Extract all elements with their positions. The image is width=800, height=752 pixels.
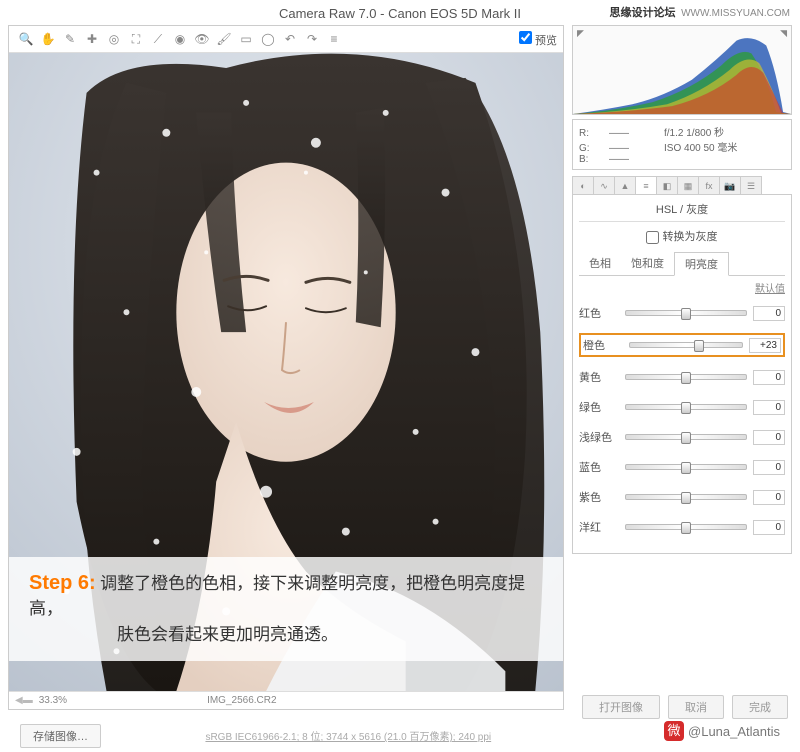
slider-green-value[interactable] [753, 400, 785, 415]
preview-checkbox[interactable]: 预览 [519, 31, 557, 48]
radial-filter-icon[interactable]: ◯ [259, 30, 277, 48]
tutorial-overlay: Step 6: 调整了橙色的色相，接下来调整明亮度，把橙色明亮度提高， 肤色会看… [9, 557, 563, 662]
adjustment-brush-icon[interactable]: 🖌 [215, 30, 233, 48]
tab-hsl[interactable]: ≡ [635, 176, 657, 194]
slider-blue-value[interactable] [753, 460, 785, 475]
done-button[interactable]: 完成 [732, 695, 788, 719]
clip-highlight-icon[interactable]: ◥ [780, 28, 787, 39]
filename: IMG_2566.CR2 [207, 695, 276, 706]
weibo-icon: 微 [664, 721, 684, 741]
slider-green-handle[interactable] [681, 402, 691, 414]
default-link[interactable]: 默认值 [579, 280, 785, 295]
slider-orange-value[interactable] [749, 338, 781, 353]
slider-aqua-track[interactable] [625, 434, 747, 440]
step-number: Step 6: [29, 572, 96, 594]
slider-yellow-value[interactable] [753, 370, 785, 385]
slider-blue-handle[interactable] [681, 462, 691, 474]
slider-orange-track[interactable] [629, 342, 743, 348]
hand-icon[interactable]: ✋ [39, 30, 57, 48]
slider-magenta-value[interactable] [753, 520, 785, 535]
toolbar: 🔍 ✋ ✎ ✚ ◎ ⛶ ⟋ ◉ 👁 🖌 ▭ ◯ ↶ ↷ ≡ 预览 [9, 26, 563, 53]
tab-camera[interactable]: 📷 [719, 176, 741, 194]
tab-curve[interactable]: ∿ [593, 176, 615, 194]
slider-magenta: 洋红 [579, 517, 785, 537]
slider-orange-handle[interactable] [694, 340, 704, 352]
slider-aqua-handle[interactable] [681, 432, 691, 444]
tab-saturation[interactable]: 饱和度 [621, 252, 674, 275]
metadata: R:——f/1.2 1/800 秒 G:——ISO 400 50 毫米 B:—— [572, 119, 792, 170]
slider-purple-value[interactable] [753, 490, 785, 505]
slider-yellow-handle[interactable] [681, 372, 691, 384]
slider-aqua-value[interactable] [753, 430, 785, 445]
zoom-icon[interactable]: 🔍 [17, 30, 35, 48]
redeye-icon[interactable]: 👁 [193, 30, 211, 48]
tab-presets[interactable]: ☰ [740, 176, 762, 194]
rotate-right-icon[interactable]: ↷ [303, 30, 321, 48]
panel-title: HSL / 灰度 [579, 201, 785, 222]
open-image-button[interactable]: 打开图像 [582, 695, 660, 719]
workflow-options[interactable]: sRGB IEC61966-2.1; 8 位; 3744 x 5616 (21.… [205, 732, 491, 743]
grayscale-checkbox[interactable]: 转换为灰度 [646, 231, 717, 243]
graduated-filter-icon[interactable]: ▭ [237, 30, 255, 48]
hsl-sub-tabs: 色相 饱和度 明亮度 [579, 252, 785, 276]
histogram[interactable]: ◤ ◥ [572, 25, 792, 115]
slider-purple: 紫色 [579, 487, 785, 507]
slider-red: 红色 [579, 303, 785, 323]
top-watermark: 思缘设计论坛 WWW.MISSYUAN.COM [610, 4, 790, 20]
status-bar: ◀▬ 33.3% IMG_2566.CR2 [9, 691, 563, 709]
tab-hue[interactable]: 色相 [579, 252, 621, 275]
image-preview[interactable]: Step 6: 调整了橙色的色相，接下来调整明亮度，把橙色明亮度提高， 肤色会看… [9, 53, 563, 691]
slider-blue-track[interactable] [625, 464, 747, 470]
prefs-icon[interactable]: ≡ [325, 30, 343, 48]
step-text-2: 肤色会看起来更加明亮通透。 [117, 622, 338, 648]
save-image-button[interactable]: 存储图像… [20, 724, 101, 748]
nav-prev-icon[interactable]: ◀▬ [15, 695, 33, 706]
slider-purple-track[interactable] [625, 494, 747, 500]
slider-purple-handle[interactable] [681, 492, 691, 504]
adjustments-panel: ◤ ◥ R:——f/1.2 1/800 秒 G:——ISO 400 50 毫米 … [572, 25, 792, 710]
crop-icon[interactable]: ⛶ [127, 30, 145, 48]
author-credit: 微 @Luna_Atlantis [664, 721, 780, 741]
slider-aqua: 浅绿色 [579, 427, 785, 447]
spot-removal-icon[interactable]: ◉ [171, 30, 189, 48]
preview-panel: 🔍 ✋ ✎ ✚ ◎ ⛶ ⟋ ◉ 👁 🖌 ▭ ◯ ↶ ↷ ≡ 预览 [8, 25, 564, 710]
tab-detail[interactable]: ▲ [614, 176, 636, 194]
color-sampler-icon[interactable]: ✚ [83, 30, 101, 48]
slider-yellow: 黄色 [579, 367, 785, 387]
zoom-level[interactable]: 33.3% [39, 695, 67, 706]
slider-orange: 橙色 [579, 333, 785, 357]
tab-basic[interactable]: ◐ [572, 176, 594, 194]
slider-magenta-handle[interactable] [681, 522, 691, 534]
slider-yellow-track[interactable] [625, 374, 747, 380]
slider-magenta-track[interactable] [625, 524, 747, 530]
slider-green-track[interactable] [625, 404, 747, 410]
bottom-buttons: 打开图像 取消 完成 [582, 695, 788, 719]
eyedropper-icon[interactable]: ✎ [61, 30, 79, 48]
cancel-button[interactable]: 取消 [668, 695, 724, 719]
slider-blue: 蓝色 [579, 457, 785, 477]
tab-lens[interactable]: ▦ [677, 176, 699, 194]
slider-green: 绿色 [579, 397, 785, 417]
slider-red-value[interactable] [753, 306, 785, 321]
targeted-adjust-icon[interactable]: ◎ [105, 30, 123, 48]
tab-fx[interactable]: fx [698, 176, 720, 194]
straighten-icon[interactable]: ⟋ [149, 30, 167, 48]
step-text-1: 调整了橙色的色相，接下来调整明亮度，把橙色明亮度提高， [29, 574, 525, 619]
tab-luminance[interactable]: 明亮度 [674, 252, 729, 276]
clip-shadow-icon[interactable]: ◤ [577, 28, 584, 39]
slider-red-handle[interactable] [681, 308, 691, 320]
panel-tabs: ◐ ∿ ▲ ≡ ◧ ▦ fx 📷 ☰ [572, 176, 792, 195]
tab-split[interactable]: ◧ [656, 176, 678, 194]
rotate-left-icon[interactable]: ↶ [281, 30, 299, 48]
slider-red-track[interactable] [625, 310, 747, 316]
